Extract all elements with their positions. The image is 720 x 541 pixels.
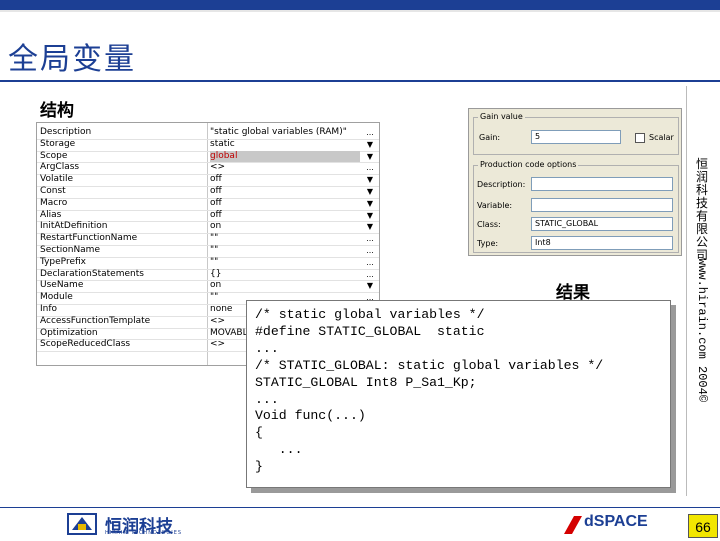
grid-row-name: Info [40,304,58,314]
grid-row-value[interactable]: off [210,210,360,222]
grid-row-value[interactable]: "" [210,257,360,269]
dropdown-arrow-icon[interactable]: ▼ [362,174,378,186]
grid-row-value[interactable]: on [210,280,360,292]
company-watermark: 恒润科技有限公司 [695,157,708,262]
top-divider [0,10,720,12]
grid-row-value[interactable]: "" [210,233,360,245]
description-label: Description: [477,180,526,189]
dspace-name: dSPACE [584,513,648,530]
code-line: STATIC_GLOBAL Int8 P_Sa1_Kp; [255,374,477,390]
right-divider [686,86,687,496]
hirain-logo-icon [67,513,97,535]
grid-row-name: Macro [40,197,68,208]
gain-dialog: Gain value Gain: 5 Scalar Production cod… [468,108,682,256]
code-line: #define STATIC_GLOBAL static [255,323,485,339]
ellipsis-button[interactable]: ... [362,257,378,269]
grid-row-name: RestartFunctionName [40,233,138,244]
hirain-subtitle: HIRAIN TECHNOLOGIES [105,530,183,536]
grid-row-name: DeclarationStatements [40,268,144,279]
grid-row-name: Const [40,186,66,196]
code-line: ... [255,442,303,458]
grid-row-name: Module [40,292,73,303]
variable-label: Variable: [477,201,513,210]
ellipsis-button[interactable]: ... [362,127,378,139]
slide-title: 全局变量 [8,42,136,77]
type-select[interactable]: Int8 [531,236,673,250]
ellipsis-button[interactable]: ... [362,245,378,257]
code-line: /* static global variables */ [255,307,485,322]
grid-row-name: SectionName [40,245,100,255]
grid-row-name: Description [40,127,92,137]
grid-row-value[interactable]: static [210,139,360,151]
title-underline [0,80,720,82]
code-line: ... [255,340,279,356]
code-box: /* static global variables */#define STA… [246,300,671,488]
grid-row-name: AccessFunctionTemplate [40,315,151,326]
gain-input[interactable]: 5 [531,130,621,144]
variable-input[interactable] [531,198,673,212]
grid-row-name: ArgClass [40,162,80,173]
url-watermark: www.hirain.com 2004© [695,258,709,403]
grid-row-name: ScopeReducedClass [40,339,131,350]
grid-row-value[interactable]: off [210,198,360,210]
grid-row-name: UseName [40,280,84,291]
dropdown-arrow-icon[interactable]: ▼ [362,198,378,210]
grid-row-value[interactable]: off [210,186,360,198]
dspace-logo-icon [564,516,582,534]
grid-row-name: Scope [40,150,68,161]
scalar-label: Scalar [649,133,674,142]
class-label: Class: [477,220,501,229]
grid-row-name: Alias [40,209,62,220]
grid-row-value[interactable]: global [210,150,360,163]
class-select[interactable]: STATIC_GLOBAL [531,217,673,231]
code-line: } [255,459,263,475]
section-structure-heading: 结构 [40,101,74,121]
type-label: Type: [477,239,499,248]
dropdown-arrow-icon[interactable]: ▼ [362,151,378,163]
dropdown-arrow-icon[interactable]: ▼ [362,186,378,198]
grid-row-name: Optimization [40,327,98,338]
grid-row-value[interactable]: on [210,221,360,233]
grid-row-value[interactable]: "static global variables (RAM)" [210,127,360,139]
code-line: /* STATIC_GLOBAL: static global variable… [255,357,604,373]
top-header-bar [0,0,720,10]
gain-value-group-label: Gain value [478,112,525,121]
grid-row-value[interactable]: "" [210,245,360,257]
grid-row-name: InitAtDefinition [40,221,108,232]
dropdown-arrow-icon[interactable]: ▼ [362,139,378,151]
grid-row-name: TypePrefix [40,256,86,267]
code-line: ... [255,391,279,407]
grid-row-value[interactable]: {} [210,269,360,281]
ellipsis-button[interactable]: ... [362,269,378,281]
gain-label: Gain: [479,133,501,142]
scalar-checkbox[interactable] [635,133,645,143]
code-line: Void func(...) [255,408,366,424]
dropdown-arrow-icon[interactable]: ▼ [362,280,378,292]
dropdown-arrow-icon[interactable]: ▼ [362,210,378,222]
grid-row-name: Storage [40,138,76,149]
description-input[interactable] [531,177,673,191]
grid-row-name: Volatile [40,174,74,185]
grid-row-value[interactable]: <> [210,162,360,174]
dropdown-arrow-icon[interactable]: ▼ [362,221,378,233]
ellipsis-button[interactable]: ... [362,233,378,245]
ellipsis-button[interactable]: ... [362,162,378,174]
grid-row-value[interactable]: off [210,174,360,186]
code-line: { [255,425,263,441]
page-number-badge: 66 [688,514,718,538]
production-code-group-label: Production code options [478,160,579,169]
